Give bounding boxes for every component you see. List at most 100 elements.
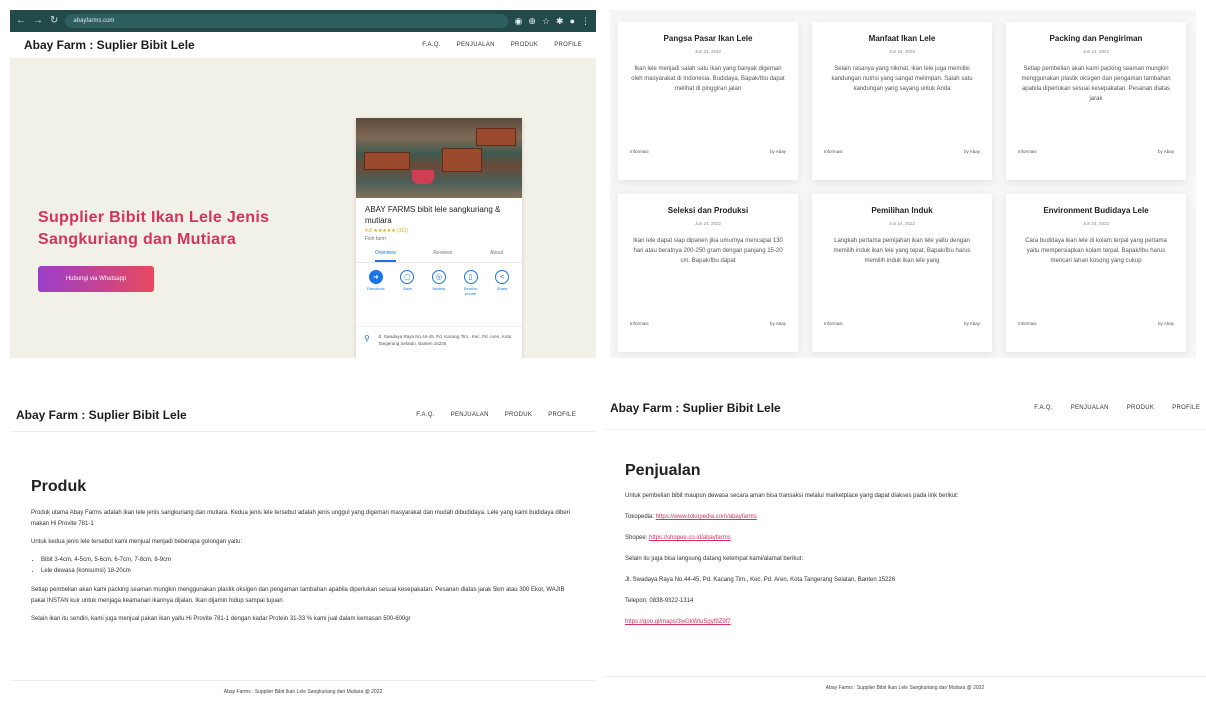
whatsapp-button[interactable]: Hubungi via Whatsapp <box>38 266 154 292</box>
share-button[interactable]: < Share <box>489 270 515 296</box>
blog-card[interactable]: Pemilihan Induk Jun 24, 2022 Langkah per… <box>812 194 992 352</box>
blog-title[interactable]: Environment Budidaya Lele <box>1018 206 1174 215</box>
back-icon[interactable]: ← <box>16 16 26 26</box>
blog-more-link[interactable]: Informasi <box>1018 321 1037 326</box>
browser-toolbar: ← → ↻ abayfarms.com ◉ ⊕ ☆ ✱ ● ⋮ <box>10 10 596 32</box>
site-nav: Abay Farm : Suplier Bibit Lele F.A.Q. PE… <box>10 32 596 58</box>
nav-produk[interactable]: PRODUK <box>505 412 532 418</box>
phone-text: Telepon: 0838-9322-1314 <box>625 598 694 604</box>
page-title: Penjualan <box>625 462 701 479</box>
blog-excerpt: Selain rasanya yang nikmat, ikan lele ju… <box>831 66 973 92</box>
site-title[interactable]: Abay Farm : Suplier Bibit Lele <box>24 38 195 52</box>
shopee-line: Shopee: https://shopee.co.id/abayfarms <box>625 535 731 541</box>
blog-date: Jun 24, 2022 <box>888 49 916 54</box>
blog-more-link[interactable]: Informasi <box>824 149 843 154</box>
zoom-icon[interactable]: ⊕ <box>528 16 536 27</box>
place-type: Fish farm <box>365 236 386 242</box>
blog-more-link[interactable]: Informasi <box>630 321 649 326</box>
blog-title[interactable]: Pemilihan Induk <box>824 206 980 215</box>
produk-paragraph: Untuk kedua jenis lele tersebut kami men… <box>31 539 243 545</box>
share-icon: < <box>495 270 510 284</box>
nav-penjualan[interactable]: PENJUALAN <box>451 412 489 418</box>
address-text: Jl. Swadaya Raya No.44-45, Pd. Kacang Ti… <box>625 577 896 583</box>
nearby-icon: ◎ <box>431 270 446 284</box>
list-item: Bibit 3-4cm, 4-5cm, 5-6cm, 6-7cm, 7-8cm,… <box>41 555 575 566</box>
blog-card[interactable]: Environment Budidaya Lele Jun 24, 2022 C… <box>1006 194 1186 352</box>
blog-author: by Abay <box>963 149 980 154</box>
penjualan-screenshot: Abay Farm : Suplier Bibit Lele F.A.Q. PE… <box>604 386 1206 702</box>
location-pin-icon: ⚲ <box>364 334 370 343</box>
address-bar[interactable]: abayfarms.com <box>65 14 508 28</box>
produk-paragraph: Setiap pembelian akan kami packing seama… <box>31 587 565 604</box>
nav-faq[interactable]: F.A.Q. <box>1034 405 1052 411</box>
produk-paragraph: Selain ikan itu sendiri, kami juga menju… <box>31 616 411 622</box>
blog-card[interactable]: Seleksi dan Produksi Jun 24, 2022 Ikan l… <box>618 194 798 352</box>
menu-icon[interactable]: ⋮ <box>581 16 590 27</box>
map-tabs: Overview Reviews About <box>356 250 522 263</box>
footer: Abay Farms : Supplier Bibit Ikan Lele Sa… <box>10 680 596 695</box>
save-button[interactable]: ▢ Save <box>394 270 420 296</box>
profile-icon[interactable]: ● <box>570 16 575 27</box>
share-icon[interactable]: ◉ <box>515 16 523 27</box>
blog-title[interactable]: Packing dan Pengiriman <box>1018 34 1174 43</box>
blog-excerpt: Cara budidaya ikan lele di kolam terpal … <box>1025 238 1167 264</box>
blog-title[interactable]: Seleksi dan Produksi <box>630 206 786 215</box>
blog-more-link[interactable]: Informasi <box>630 149 649 154</box>
blog-author: by Abay <box>1157 149 1174 154</box>
blog-card[interactable]: Pangsa Pasar Ikan Lele Jun 24, 2022 Ikan… <box>618 22 798 180</box>
blog-card[interactable]: Packing dan Pengiriman Jun 24, 2022 Seti… <box>1006 22 1186 180</box>
nav-penjualan[interactable]: PENJUALAN <box>457 42 495 48</box>
blog-date: Jun 24, 2022 <box>1082 221 1110 226</box>
nearby-button[interactable]: ◎ Nearby <box>426 270 452 296</box>
maps-link[interactable]: https://goo.gl/maps/3wGkWtuSgyf9Z9f7 <box>625 619 731 625</box>
blog-screenshot: Pangsa Pasar Ikan Lele Jun 24, 2022 Ikan… <box>610 10 1196 358</box>
forward-icon[interactable]: → <box>33 16 43 26</box>
extensions-icon[interactable]: ✱ <box>556 16 564 27</box>
phone-icon: ▯ <box>463 270 478 284</box>
directions-icon: ➜ <box>368 270 383 284</box>
directions-button[interactable]: ➜ Directions <box>363 270 389 296</box>
nav-profile[interactable]: PROFILE <box>554 42 582 48</box>
blog-more-link[interactable]: Informasi <box>824 321 843 326</box>
blog-more-link[interactable]: Informasi <box>1018 149 1037 154</box>
tab-reviews[interactable]: Reviews <box>433 250 452 262</box>
blog-date: Jun 24, 2022 <box>1082 49 1110 54</box>
blog-card[interactable]: Manfaat Ikan Lele Jun 24, 2022 Selain ra… <box>812 22 992 180</box>
send-to-phone-button[interactable]: ▯ Send to phone <box>458 270 484 296</box>
blog-excerpt: Langkah pertama pemijahan ikan lele yait… <box>833 238 971 264</box>
blog-title[interactable]: Pangsa Pasar Ikan Lele <box>630 34 786 43</box>
bookmark-icon: ▢ <box>400 270 415 284</box>
blog-date: Jun 24, 2022 <box>888 221 916 226</box>
blog-title[interactable]: Manfaat Ikan Lele <box>824 34 980 43</box>
nav-profile[interactable]: PROFILE <box>1172 405 1200 411</box>
nav-produk[interactable]: PRODUK <box>1127 405 1154 411</box>
produk-article: Produk Produk utama Abay Farms adalah ik… <box>10 432 596 625</box>
nav-faq[interactable]: F.A.Q. <box>416 412 434 418</box>
penjualan-article: Penjualan Untuk pembelian bibit maupun d… <box>604 430 1206 627</box>
tab-about[interactable]: About <box>490 250 503 262</box>
place-rating[interactable]: 4.8 ★★★★★ (111) <box>356 226 522 236</box>
nav-produk[interactable]: PRODUK <box>511 42 538 48</box>
blog-author: by Abay <box>963 321 980 326</box>
blog-excerpt: Ikan lele menjadi salah satu ikan yang b… <box>631 66 785 92</box>
blog-author: by Abay <box>769 321 786 326</box>
shopee-link[interactable]: https://shopee.co.id/abayfarms <box>649 535 731 541</box>
tab-overview[interactable]: Overview <box>374 250 396 262</box>
penjualan-intro: Untuk pembelian bibit maupun dewasa seca… <box>625 493 959 499</box>
site-title[interactable]: Abay Farm : Suplier Bibit Lele <box>610 401 781 415</box>
site-title[interactable]: Abay Farm : Suplier Bibit Lele <box>16 408 187 422</box>
place-name[interactable]: ABAY FARMS bibit lele sangkuriang & muti… <box>356 198 522 226</box>
reload-icon[interactable]: ↻ <box>50 16 58 26</box>
nav-faq[interactable]: F.A.Q. <box>422 42 440 48</box>
blog-grid: Pangsa Pasar Ikan Lele Jun 24, 2022 Ikan… <box>618 22 1186 352</box>
blog-excerpt: Ikan lele dapat siap dipanen jika umurny… <box>633 238 783 264</box>
tokopedia-link[interactable]: https://www.tokopedia.com/abayfarms <box>656 514 757 520</box>
nav-penjualan[interactable]: PENJUALAN <box>1071 405 1109 411</box>
star-icon[interactable]: ☆ <box>542 16 550 27</box>
site-nav: Abay Farm : Suplier Bibit Lele F.A.Q. PE… <box>10 398 596 432</box>
nav-profile[interactable]: PROFILE <box>548 412 576 418</box>
blog-author: by Abay <box>1157 321 1174 326</box>
farm-photo <box>356 118 522 198</box>
site-nav: Abay Farm : Suplier Bibit Lele F.A.Q. PE… <box>604 386 1206 430</box>
visit-text: Selain itu juga bisa langsung datang ket… <box>625 556 804 562</box>
